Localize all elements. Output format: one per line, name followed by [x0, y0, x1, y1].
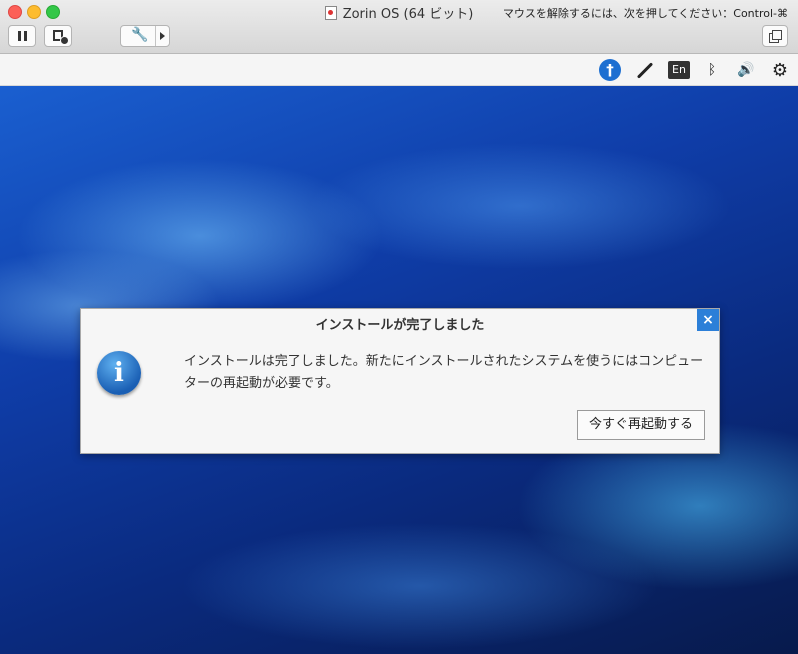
- gear-icon[interactable]: ⚙: [770, 59, 790, 81]
- window-title: Zorin OS (64 ビット): [342, 7, 474, 22]
- keyboard-language-indicator[interactable]: En: [668, 59, 690, 81]
- vm-window-titlebar: Zorin OS (64 ビット) マウスを解除するには、次を押してください：C…: [0, 0, 798, 54]
- dialog-message: インストールは完了しました。新たにインストールされたシステムを使うにはコンピュー…: [184, 354, 704, 391]
- pause-button[interactable]: [8, 25, 36, 47]
- language-label: En: [668, 61, 690, 79]
- dialog-title: インストールが完了しました: [315, 318, 485, 333]
- network-icon[interactable]: [634, 59, 656, 81]
- close-icon[interactable]: ×: [697, 309, 719, 331]
- chevron-right-icon[interactable]: [160, 32, 165, 40]
- wrench-icon: 🔧: [131, 27, 149, 43]
- clock-icon: [60, 36, 69, 45]
- volume-icon[interactable]: 🔊: [736, 59, 756, 81]
- restart-now-button[interactable]: 今すぐ再起動する: [577, 410, 705, 440]
- guest-top-panel: † En ᛒ 🔊 ⚙: [0, 54, 798, 86]
- divider: [155, 26, 156, 46]
- window-icon-front: [772, 30, 782, 40]
- accessibility-icon[interactable]: †: [599, 59, 621, 81]
- accessibility-glyph: †: [599, 59, 621, 81]
- vm-document-icon: [324, 6, 337, 20]
- bluetooth-icon[interactable]: ᛒ: [704, 59, 720, 81]
- window-mode-button[interactable]: [762, 25, 788, 47]
- installation-complete-dialog: インストールが完了しました × i インストールは完了しました。新たにインストー…: [80, 308, 720, 454]
- settings-button[interactable]: 🔧: [120, 25, 170, 47]
- info-icon: i: [97, 351, 141, 395]
- mouse-release-hint: マウスを解除するには、次を押してください：Control-⌘: [502, 7, 788, 20]
- snapshot-button[interactable]: [44, 25, 72, 47]
